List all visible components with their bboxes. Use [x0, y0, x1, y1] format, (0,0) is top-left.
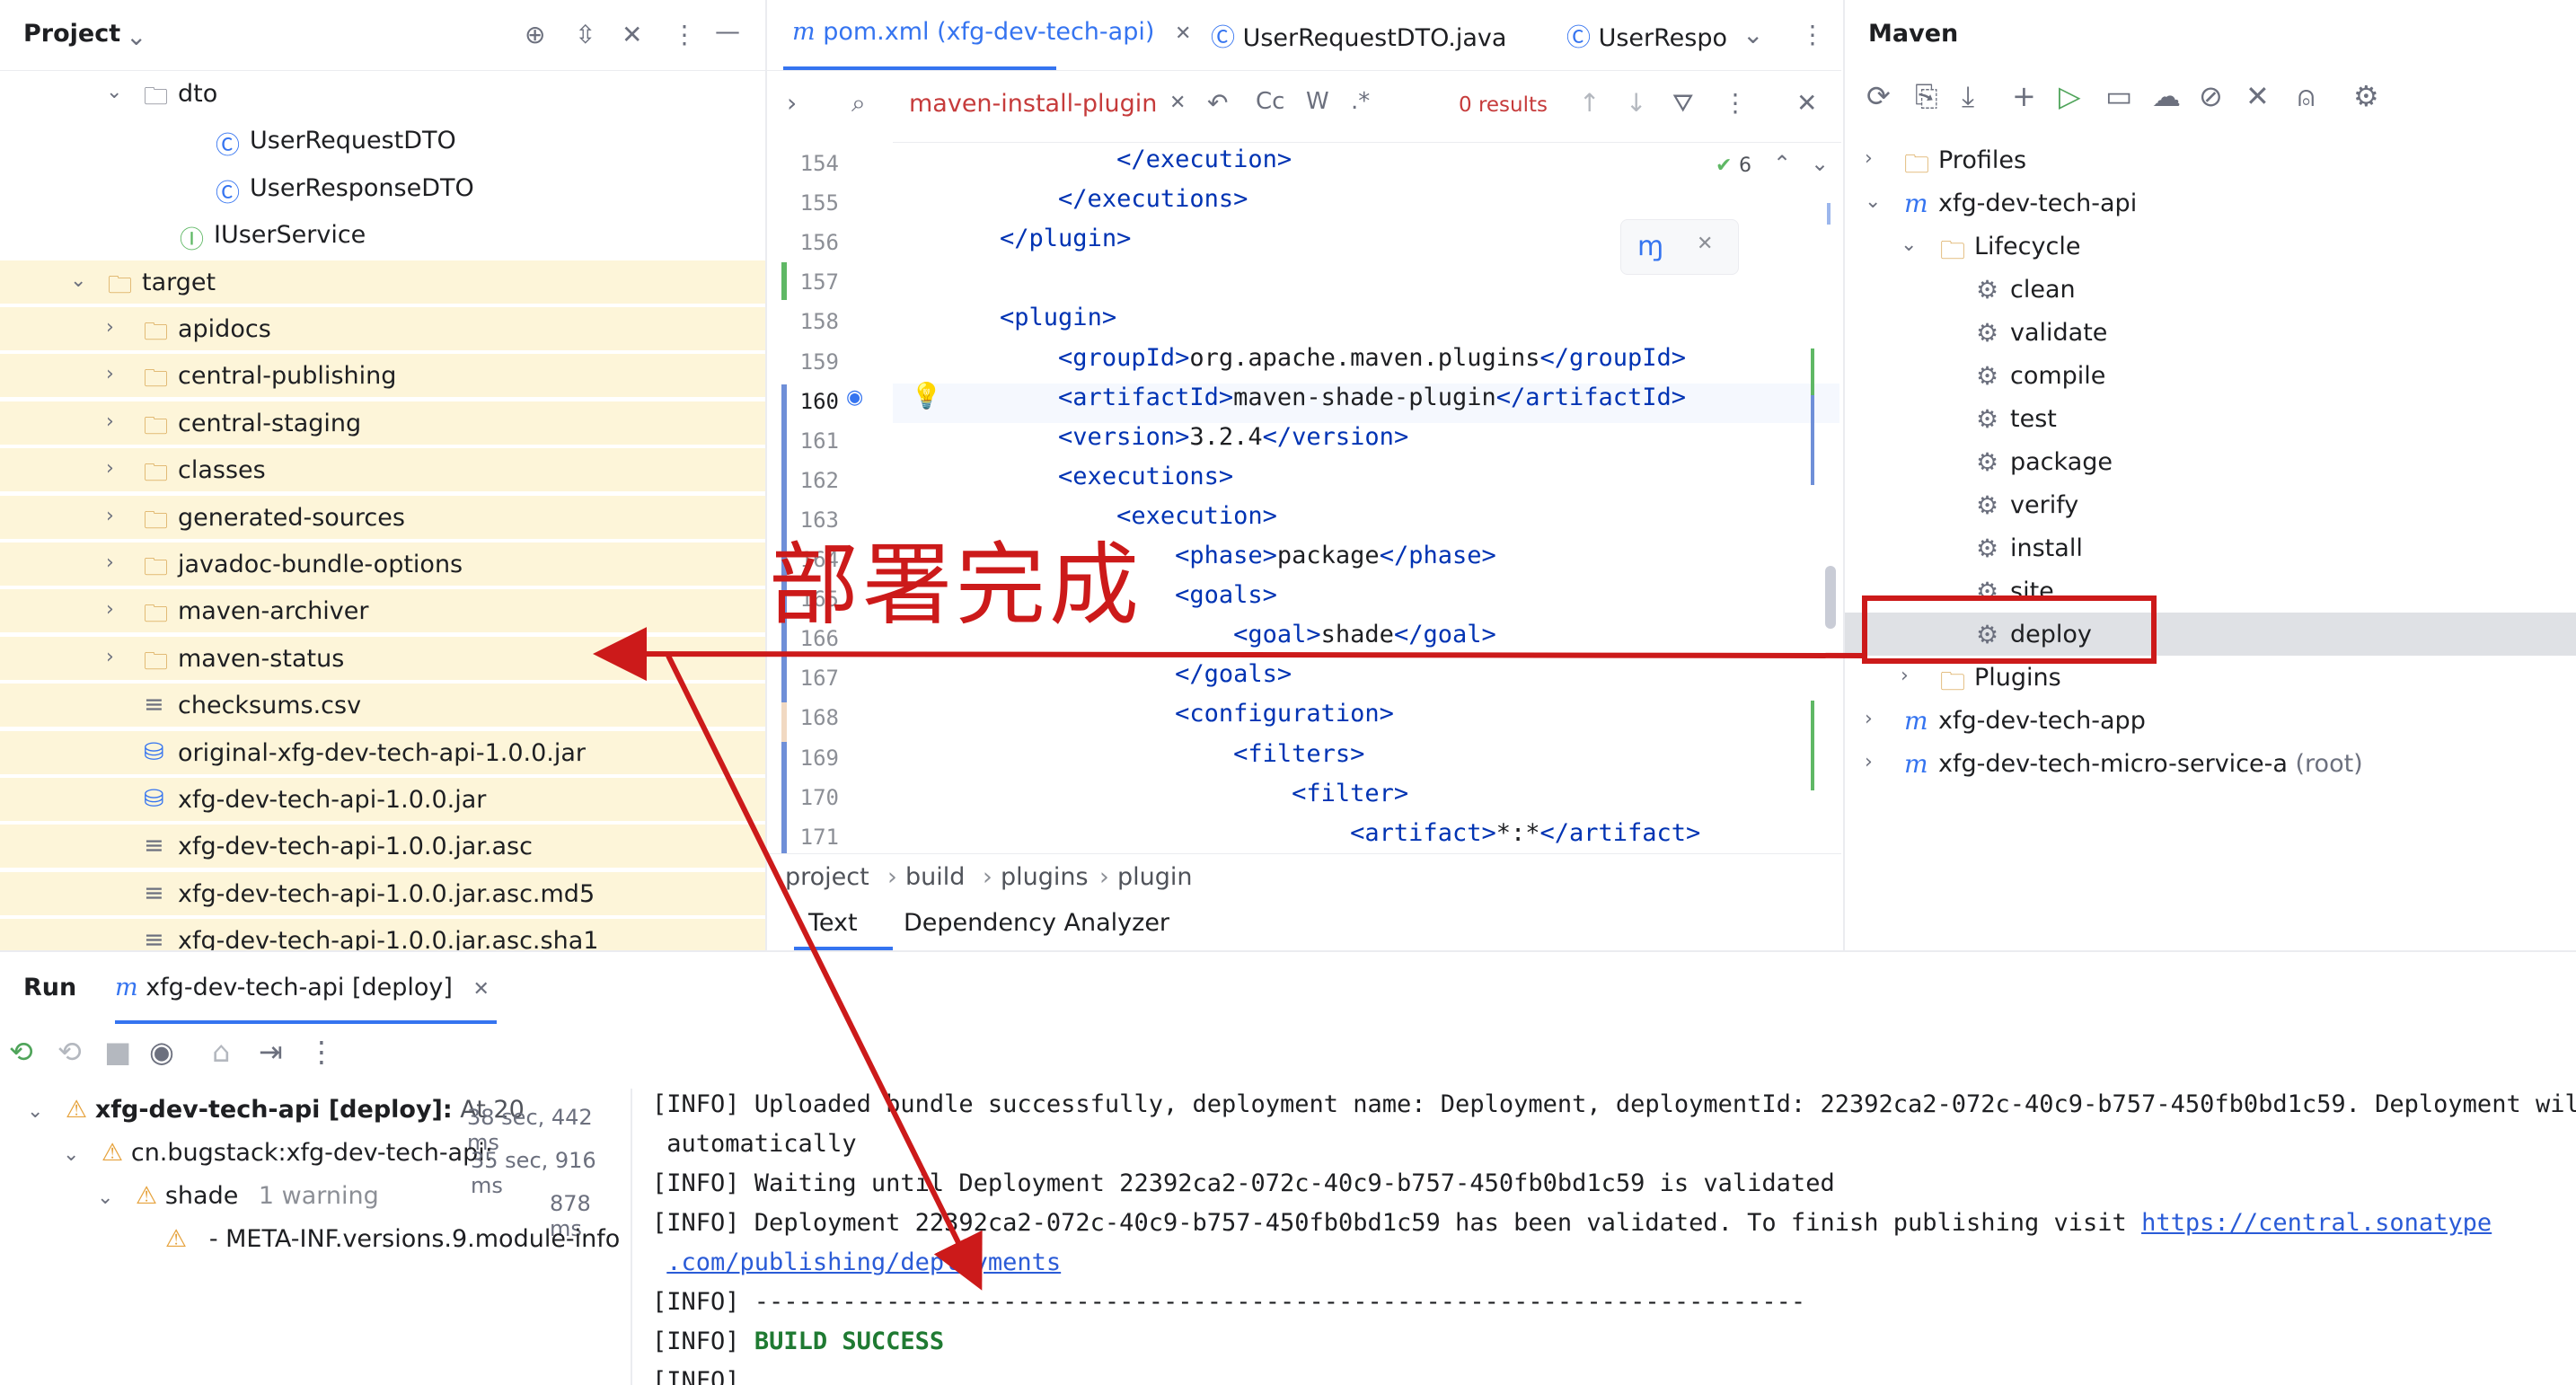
annotation-overlay: [593, 595, 2157, 1291]
arrow-to-console: [666, 654, 983, 1291]
arrow-to-target: [593, 627, 1866, 682]
deploy-highlight-box: [1862, 595, 2157, 664]
